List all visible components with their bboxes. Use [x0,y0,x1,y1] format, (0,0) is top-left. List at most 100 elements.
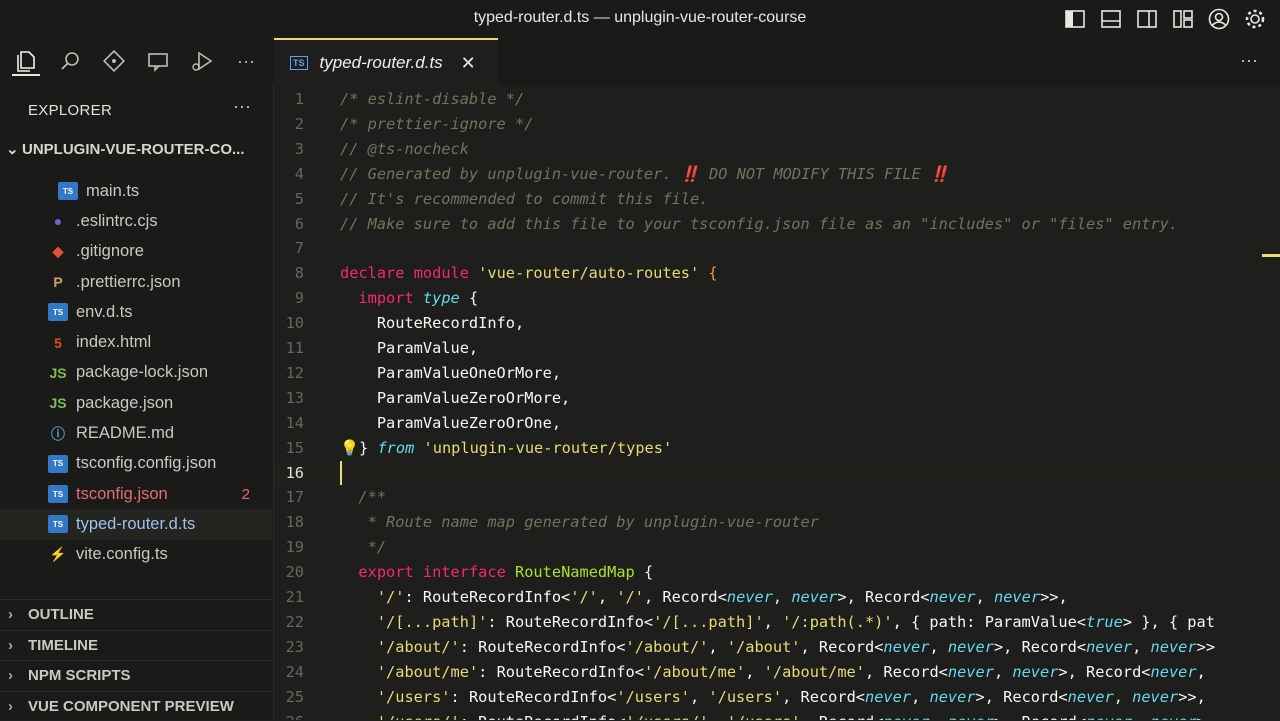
editor-actions-more-button[interactable]: ··· [1240,50,1258,71]
file-item[interactable]: TSenv.d.ts [0,297,272,327]
line-number: 16 [274,461,304,486]
line-number: 12 [274,361,304,386]
customize-layout-icon[interactable] [1170,7,1196,31]
toggle-primary-sidebar-icon[interactable] [1062,7,1088,31]
file-label: typed-router.d.ts [76,515,195,534]
code-text: '/users/': RouteRecordInfo<'/users/', '/… [340,710,1206,721]
workspace-root-folder[interactable]: ⌄UNPLUGIN-VUE-ROUTER-CO... [6,140,245,158]
sidebar-section-vue-component-preview[interactable]: ›VUE COMPONENT PREVIEW [0,691,272,721]
code-token: declare [340,264,404,282]
code-token: >, Record< [994,638,1086,656]
code-token: , [1132,713,1150,721]
line-number: 11 [274,336,304,361]
code-token: ParamValueZeroOrOne, [340,414,561,432]
typescript-file-icon: TS [48,515,68,533]
source-control-icon[interactable] [100,47,128,75]
explorer-more-button[interactable]: ··· [233,96,251,117]
code-line: 23 '/about/': RouteRecordInfo<'/about/',… [274,635,1280,660]
code-token: , [745,663,763,681]
toggle-secondary-sidebar-icon[interactable] [1134,7,1160,31]
code-token: import [358,289,413,307]
sidebar-sections: ›OUTLINE›TIMELINE›NPM SCRIPTS›VUE COMPON… [0,599,272,721]
code-token: , Record< [801,713,884,721]
file-item[interactable]: ●.eslintrc.cjs [0,206,272,236]
code-token: , Record< [865,663,948,681]
editor-tab-bar: TS typed-router.d.ts ✕ ··· [274,38,1280,86]
code-token: , [994,663,1012,681]
sidebar-section-outline[interactable]: ›OUTLINE [0,599,272,630]
explorer-icon[interactable] [12,46,40,76]
code-token: ParamValue, [340,339,478,357]
file-item[interactable]: 5index.html [0,327,272,357]
file-item[interactable]: JSpackage-lock.json [0,358,272,388]
code-text: /* prettier-ignore */ [340,112,533,137]
code-line: 24 '/about/me': RouteRecordInfo<'/about/… [274,660,1280,685]
toggle-panel-icon[interactable] [1098,7,1124,31]
more-icon[interactable]: ··· [232,47,260,75]
code-token: , [708,638,726,656]
code-token: '/about' [727,638,801,656]
code-token [414,563,423,581]
workspace-root-label: UNPLUGIN-VUE-ROUTER-CO... [22,141,245,158]
code-token: , [929,638,947,656]
search-icon[interactable] [56,47,84,75]
code-text: '/users': RouteRecordInfo<'/users', '/us… [340,685,1206,710]
file-item[interactable]: TSmain.ts [0,176,272,206]
sidebar-section-npm-scripts[interactable]: ›NPM SCRIPTS [0,660,272,691]
html-file-icon: 5 [48,334,68,352]
code-token: , [976,588,994,606]
code-token: '/about/me' [377,663,478,681]
line-number: 25 [274,685,304,710]
code-token: never [727,588,773,606]
run-debug-icon[interactable] [188,47,216,75]
code-token: // Make sure to add this file to your ts… [340,215,1178,233]
code-token: , [1114,688,1132,706]
code-text: ParamValue, [340,336,478,361]
sidebar-section-timeline[interactable]: ›TIMELINE [0,630,272,661]
code-token [506,563,515,581]
lightbulb-icon[interactable]: 💡 [340,439,359,457]
json-file-icon: JS [48,364,68,382]
line-number: 22 [274,610,304,635]
code-line: 6// Make sure to add this file to your t… [274,212,1280,237]
line-number: 5 [274,187,304,212]
file-item[interactable]: P.prettierrc.json [0,267,272,297]
code-editor[interactable]: 1/* eslint-disable */2/* prettier-ignore… [274,86,1280,720]
code-line: 21 '/': RouteRecordInfo<'/', '/', Record… [274,585,1280,610]
file-item[interactable]: TStsconfig.json2 [0,479,272,509]
code-token: >>, [1178,688,1206,706]
code-token [340,289,358,307]
code-text: ParamValueZeroOrMore, [340,386,570,411]
code-text: */ [340,535,386,560]
file-item[interactable]: ◆.gitignore [0,237,272,267]
code-token: true [1086,613,1123,631]
problem-count-badge: 2 [242,486,250,503]
account-icon[interactable] [1206,7,1232,31]
explorer-sidebar: EXPLORER ··· ⌄UNPLUGIN-VUE-ROUTER-CO... … [0,84,274,720]
code-line: 25 '/users': RouteRecordInfo<'/users', '… [274,685,1280,710]
file-item[interactable]: JSpackage.json [0,388,272,418]
editor-tab-active[interactable]: TS typed-router.d.ts ✕ [274,38,498,86]
code-token [340,663,377,681]
line-number: 3 [274,137,304,162]
code-text: '/about/me': RouteRecordInfo<'/about/me'… [340,660,1215,685]
settings-gear-icon[interactable] [1242,7,1268,31]
file-item[interactable]: TS typed-router.d.ts [0,509,272,539]
code-line: 5// It's recommended to commit this file… [274,187,1280,212]
file-item[interactable]: ⚡vite.config.ts [0,540,272,570]
activity-bar: ··· [0,38,274,84]
line-number: 1 [274,87,304,112]
remote-explorer-icon[interactable] [144,47,172,75]
file-item[interactable]: ⓘREADME.md [0,418,272,448]
code-text: // @ts-nocheck [340,137,469,162]
code-line: 20 export interface RouteNamedMap { [274,560,1280,585]
code-line: 9 import type { [274,286,1280,311]
code-token [340,588,377,606]
code-token: never [929,688,975,706]
code-token: never [1012,663,1058,681]
file-item[interactable]: TStsconfig.config.json [0,449,272,479]
line-number: 9 [274,286,304,311]
code-token: >, Record< [837,588,929,606]
code-token: '/about/me' [644,663,745,681]
close-icon[interactable]: ✕ [461,53,476,74]
